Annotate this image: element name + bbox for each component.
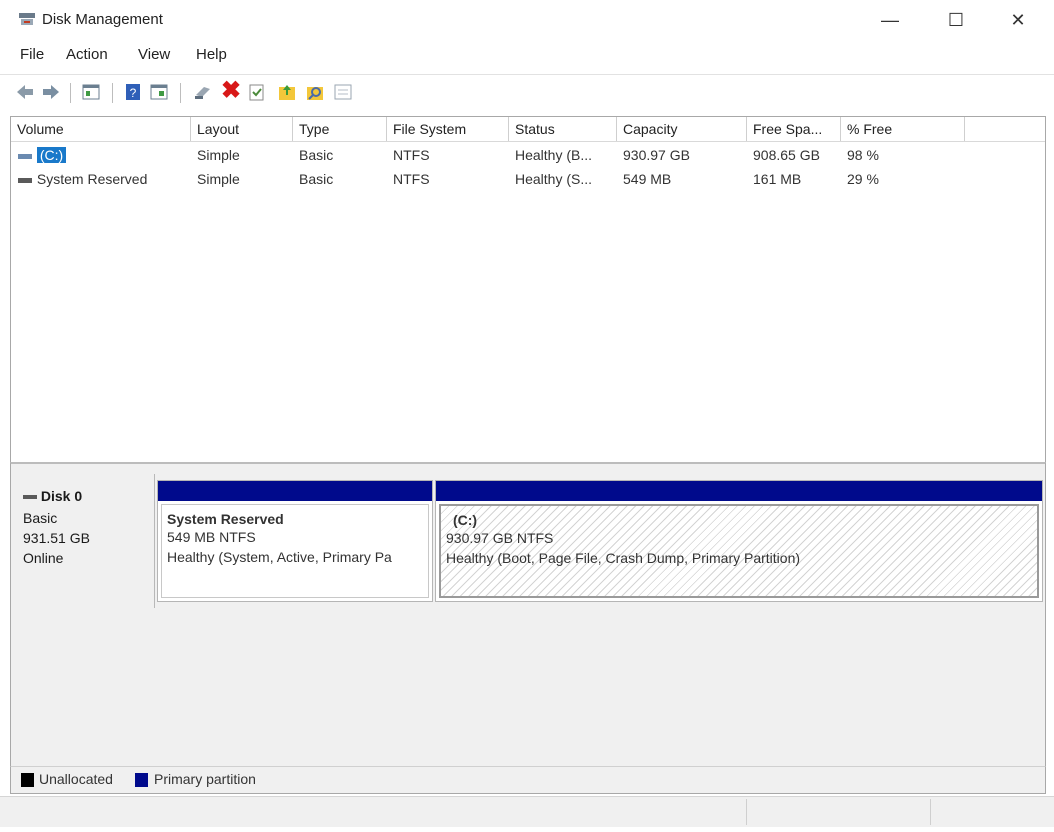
- volume-percent-free: 98 %: [847, 147, 879, 163]
- column-free-space[interactable]: Free Spa...: [747, 117, 841, 141]
- console-tree-icon[interactable]: [80, 81, 102, 103]
- properties-view-icon[interactable]: [148, 81, 170, 103]
- minimize-button[interactable]: —: [868, 4, 912, 36]
- partition-bar: [158, 481, 432, 501]
- volume-type: Basic: [299, 171, 334, 187]
- check-icon[interactable]: [246, 81, 268, 103]
- disk-state: Online: [23, 550, 64, 566]
- toolbar-separator: [112, 83, 113, 103]
- table-row[interactable]: (C:) Simple Basic NTFS Healthy (B... 930…: [11, 143, 1045, 167]
- partition-size: 549 MB NTFS: [167, 529, 256, 545]
- volume-capacity: 549 MB: [623, 171, 672, 187]
- partition-status: Healthy (System, Active, Primary Pa: [167, 549, 392, 565]
- legend-primary-partition: Primary partition: [154, 771, 256, 787]
- volume-name: System Reserved: [36, 171, 148, 187]
- menu-view[interactable]: View: [138, 46, 170, 63]
- disk-type: Basic: [23, 510, 58, 526]
- volume-free-space: 908.65 GB: [753, 147, 820, 163]
- column-file-system[interactable]: File System: [387, 117, 509, 141]
- details-icon[interactable]: [332, 81, 354, 103]
- legend-unallocated: Unallocated: [39, 771, 113, 787]
- partition-name: (C:): [453, 512, 478, 528]
- volume-list: Volume Layout Type File System Status Ca…: [10, 116, 1046, 464]
- toolbar-separator: [70, 83, 71, 103]
- disk-size: 931.51 GB: [23, 530, 90, 546]
- column-percent-free[interactable]: % Free: [841, 117, 965, 141]
- volume-type: Basic: [299, 147, 334, 163]
- volume-capacity: 930.97 GB: [623, 147, 690, 163]
- folder-up-icon[interactable]: [276, 81, 298, 103]
- legend: Unallocated Primary partition: [10, 766, 1046, 794]
- volume-icon: [18, 154, 32, 160]
- volume-free-space: 161 MB: [753, 171, 802, 187]
- close-button[interactable]: ✕: [996, 4, 1040, 36]
- menu-file[interactable]: File: [20, 46, 44, 63]
- svg-text:?: ?: [130, 86, 137, 100]
- back-arrow-icon[interactable]: [14, 81, 36, 103]
- title-bar: Disk Management — ☐ ✕: [0, 0, 1054, 40]
- toolbar: ? ✖: [0, 74, 1054, 111]
- partition-status: Healthy (Boot, Page File, Crash Dump, Pr…: [446, 550, 801, 566]
- status-separator: [930, 799, 931, 825]
- column-type[interactable]: Type: [293, 117, 387, 141]
- volume-file-system: NTFS: [393, 171, 430, 187]
- status-bar: [0, 796, 1054, 827]
- status-separator: [746, 799, 747, 825]
- disk-icon: [23, 495, 37, 500]
- partition-bar: [436, 481, 1042, 501]
- unallocated-swatch: [21, 773, 34, 787]
- column-layout[interactable]: Layout: [191, 117, 293, 141]
- help-icon[interactable]: ?: [122, 81, 144, 103]
- column-header: Volume Layout Type File System Status Ca…: [11, 117, 1045, 142]
- column-status[interactable]: Status: [509, 117, 617, 141]
- window-title: Disk Management: [42, 11, 163, 28]
- column-capacity[interactable]: Capacity: [617, 117, 747, 141]
- partition-c[interactable]: (C:) 930.97 GB NTFS Healthy (Boot, Page …: [435, 480, 1043, 602]
- volume-file-system: NTFS: [393, 147, 430, 163]
- volume-status: Healthy (B...: [515, 147, 593, 163]
- primary-partition-swatch: [135, 773, 148, 787]
- column-volume[interactable]: Volume: [11, 117, 191, 141]
- disk-info[interactable]: Disk 0 Basic 931.51 GB Online: [11, 474, 155, 608]
- volume-percent-free: 29 %: [847, 171, 879, 187]
- delete-icon[interactable]: ✖: [220, 77, 242, 104]
- disk-management-icon: [19, 13, 35, 25]
- volume-layout: Simple: [197, 147, 240, 163]
- toolbar-separator: [180, 83, 181, 103]
- disk-name: Disk 0: [40, 488, 83, 504]
- disk-graphical-view: Disk 0 Basic 931.51 GB Online System Res…: [10, 462, 1046, 769]
- volume-name: (C:): [36, 147, 67, 163]
- forward-arrow-icon[interactable]: [40, 81, 62, 103]
- maximize-button[interactable]: ☐: [934, 4, 978, 36]
- connect-icon[interactable]: [192, 81, 214, 103]
- menu-action[interactable]: Action: [66, 46, 108, 63]
- table-row[interactable]: System Reserved Simple Basic NTFS Health…: [11, 167, 1045, 191]
- partition-size: 930.97 GB NTFS: [446, 530, 554, 546]
- volume-layout: Simple: [197, 171, 240, 187]
- partition-name: System Reserved: [167, 511, 284, 527]
- search-icon[interactable]: [304, 81, 326, 103]
- partition-system-reserved[interactable]: System Reserved 549 MB NTFS Healthy (Sys…: [157, 480, 433, 602]
- volume-icon: [18, 178, 32, 184]
- menu-help[interactable]: Help: [196, 46, 227, 63]
- volume-status: Healthy (S...: [515, 171, 593, 187]
